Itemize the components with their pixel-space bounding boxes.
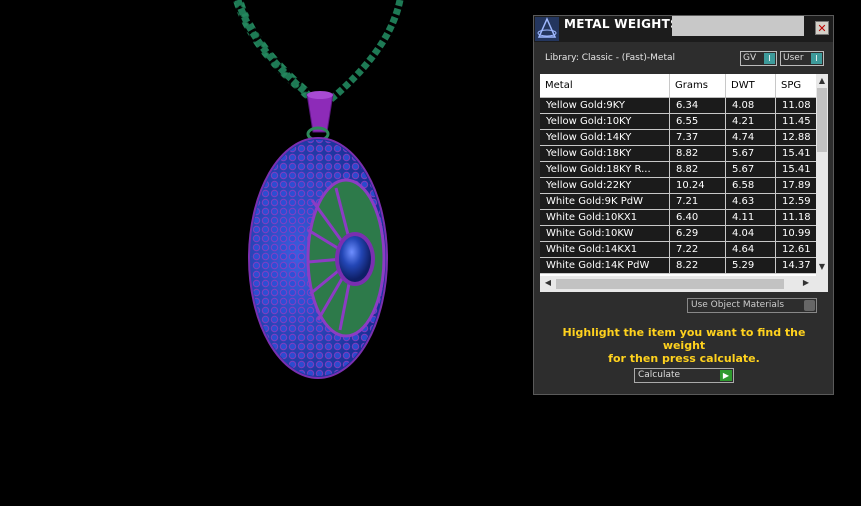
cell-dwt: 4.21 [726,114,776,129]
user-toggle-knob: I [811,53,822,64]
cell-dwt: 4.63 [726,194,776,209]
cell-metal: White Gold:10KW [540,226,670,241]
cell-spg: 15.41 [782,148,811,159]
cell-metal: White Gold:14KX1 [540,242,670,257]
table-row[interactable]: White Gold:10KX1 6.40 4.11 11.18 [540,210,816,226]
cell-spg: 11.18 [782,212,811,223]
cell-metal: Yellow Gold:14KY [540,130,670,145]
table-row[interactable]: Yellow Gold:14KY 7.37 4.74 12.88 [540,130,816,146]
cell-grams: 8.22 [670,258,726,273]
column-header-metal[interactable]: Metal [540,74,670,97]
cell-grams: 7.21 [670,194,726,209]
vertical-scroll-thumb[interactable] [817,88,827,152]
cell-grams: 8.82 [670,162,726,177]
cell-spg: 11.08 [782,100,811,111]
cell-spg: 12.59 [782,196,811,207]
table-row[interactable]: Yellow Gold:10KY 6.55 4.21 11.45 [540,114,816,130]
scroll-down-icon[interactable]: ▼ [816,262,828,271]
table-row[interactable]: White Gold:9K PdW 7.21 4.63 12.59 [540,194,816,210]
cell-metal: Yellow Gold:22KY [540,178,670,193]
horizontal-scrollbar[interactable]: ◀ ▶ [540,276,828,292]
cell-spg: 11.45 [782,116,811,127]
cell-metal: Yellow Gold:9KY [540,98,670,113]
cell-dwt: 4.74 [726,130,776,145]
table-header: Metal Grams DWT SPG [540,74,828,98]
instruction-line-2: for then press calculate. [608,352,760,365]
cell-spg: 15.41 [782,164,811,175]
instruction-line-1: Highlight the item you want to find the … [562,326,806,352]
cell-grams: 10.24 [670,178,726,193]
table-row[interactable]: White Gold:14KX1 7.22 4.64 12.61 [540,242,816,258]
pendant-render [233,0,404,379]
gv-toggle[interactable]: GV I [740,51,777,66]
cell-dwt: 5.67 [726,162,776,177]
cell-grams: 6.55 [670,114,726,129]
cell-spg: 14.37 [782,260,811,271]
calculate-button[interactable]: Calculate ▶ [634,368,734,383]
3d-viewport[interactable] [0,0,530,502]
panel-title: METAL WEIGHTS [564,17,680,31]
cell-dwt: 4.08 [726,98,776,113]
cell-spg: 12.61 [782,244,811,255]
close-button[interactable]: ✕ [815,21,829,35]
cell-grams: 6.29 [670,226,726,241]
use-object-materials-knob [804,300,815,311]
gv-toggle-label: GV [743,53,757,63]
cell-metal: Yellow Gold:18KY R... [540,162,670,177]
scroll-left-icon[interactable]: ◀ [542,278,554,287]
cell-grams: 8.82 [670,146,726,161]
metal-weights-panel: METAL WEIGHTS ✕ Library: Classic - (Fast… [533,15,834,395]
column-header-grams[interactable]: Grams [670,74,726,97]
table-row[interactable]: Yellow Gold:18KY 8.82 5.67 15.41 [540,146,816,162]
cell-metal: White Gold:10KX1 [540,210,670,225]
cell-metal: Yellow Gold:18KY [540,146,670,161]
cell-metal: White Gold:9K PdW [540,194,670,209]
cell-dwt: 4.04 [726,226,776,241]
cell-grams: 6.34 [670,98,726,113]
close-icon: ✕ [817,21,827,35]
cell-dwt: 4.64 [726,242,776,257]
table-body: Yellow Gold:9KY 6.34 4.08 11.08 Yellow Gold:… [540,98,816,274]
cell-grams: 7.22 [670,242,726,257]
cell-spg: 10.99 [782,228,811,239]
cell-spg: 12.88 [782,132,811,143]
instruction-text: Highlight the item you want to find the … [544,326,824,365]
cell-grams: 6.40 [670,210,726,225]
table-row[interactable]: Yellow Gold:22KY 10.24 6.58 17.89 [540,178,816,194]
user-toggle[interactable]: User I [780,51,824,66]
cell-metal: Yellow Gold:10KY [540,114,670,129]
table-row[interactable]: Yellow Gold:18KY R... 8.82 5.67 15.41 [540,162,816,178]
titlebar-background [672,16,804,36]
vertical-scrollbar[interactable]: ▲ ▼ [816,74,828,276]
table-row[interactable]: White Gold:14K PdW 8.22 5.29 14.37 [540,258,816,274]
cell-metal: White Gold:14K PdW [540,258,670,273]
calculate-label: Calculate [638,370,681,380]
cell-dwt: 6.58 [726,178,776,193]
panel-titlebar[interactable]: METAL WEIGHTS ✕ [534,16,833,42]
user-toggle-label: User [783,53,804,63]
table-row[interactable]: Yellow Gold:9KY 6.34 4.08 11.08 [540,98,816,114]
cell-spg: 17.89 [782,180,811,191]
cell-dwt: 4.11 [726,210,776,225]
cell-dwt: 5.29 [726,258,776,273]
table-row[interactable]: White Gold:10KW 6.29 4.04 10.99 [540,226,816,242]
app-logo-icon [535,17,559,41]
gv-toggle-knob: I [764,53,775,64]
use-object-materials-label: Use Object Materials [691,300,785,310]
scroll-right-icon[interactable]: ▶ [800,278,812,287]
cell-grams: 7.37 [670,130,726,145]
scroll-up-icon[interactable]: ▲ [816,76,828,85]
play-arrow-icon: ▶ [720,370,732,381]
horizontal-scroll-thumb[interactable] [556,279,784,289]
column-header-dwt[interactable]: DWT [726,74,776,97]
library-label: Library: Classic - (Fast)-Metal [545,53,676,63]
cell-dwt: 5.67 [726,146,776,161]
use-object-materials-toggle[interactable]: Use Object Materials [687,298,817,313]
metal-table: Metal Grams DWT SPG Yellow Gold:9KY 6.34 4… [540,74,828,292]
